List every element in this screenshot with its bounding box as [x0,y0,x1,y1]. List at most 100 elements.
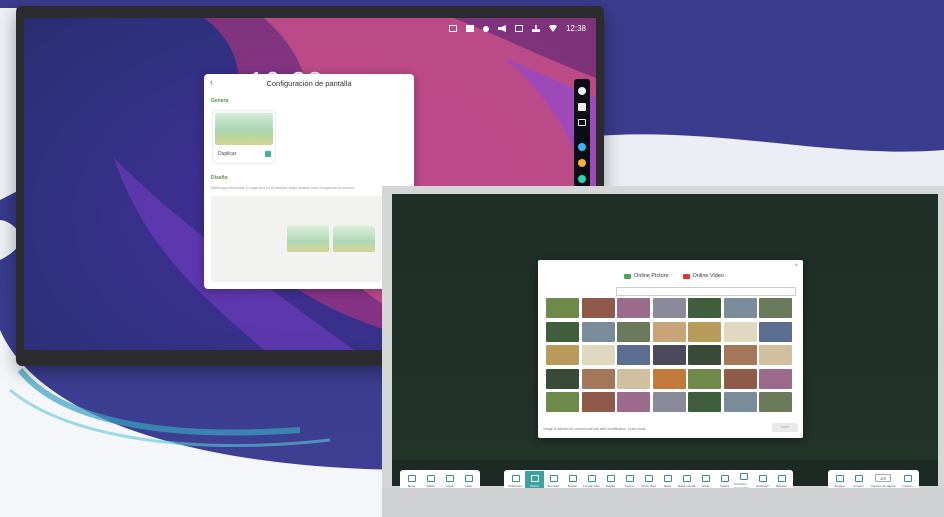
tab-online-picture[interactable]: Online Picture [624,273,669,279]
picture-thumbnail[interactable] [723,345,757,365]
toolbar-label: Buscar [567,483,578,488]
brightness-icon[interactable] [482,25,489,32]
windows-icon[interactable] [578,119,586,126]
picture-thumbnail[interactable] [759,321,792,342]
picture-thumbnail[interactable] [617,368,650,389]
picture-thumbnail[interactable] [617,321,650,342]
clear-icon [587,474,596,482]
picture-thumbnail[interactable] [652,298,686,318]
picture-thumbnail[interactable] [723,321,757,342]
toolbar-label: Seleccione [508,483,523,488]
dialog-header: ‹ Configuración de pantalla [204,74,414,92]
volume-icon[interactable] [497,25,506,32]
display-block-2[interactable] [333,226,375,252]
eraser-icon [549,474,558,482]
section-design-label: Diseño [211,175,228,181]
toolbar-label: Modo dual [641,483,656,488]
close-icon[interactable]: × [794,263,798,269]
toolbar-label: Anterior [853,483,864,488]
tab-online-video[interactable]: Online Video [682,273,724,279]
picture-thumbnail[interactable] [759,368,792,389]
game-icon [739,472,748,480]
picture-thumbnail[interactable] [617,392,650,412]
picture-search-input[interactable] [616,287,796,296]
picture-thumbnail[interactable] [617,345,650,365]
network-icon[interactable] [514,25,523,32]
toolbar-label: próximo [902,483,913,488]
window-icon[interactable] [465,25,474,32]
notes-icon [701,474,710,482]
section-general-label: Genera [211,98,229,104]
wifi-icon[interactable] [548,25,557,32]
license-note: Image is labeled for commercial use with… [543,427,646,431]
display-layout-area[interactable] [211,196,407,282]
picture-thumbnail[interactable] [546,368,579,389]
check-icon [265,151,271,157]
toolbar-label: Rehacer [775,483,788,488]
picture-thumbnail[interactable] [688,345,721,365]
picture-thumbnail[interactable] [581,321,615,342]
picture-thumbnail[interactable] [688,298,721,318]
picture-grid [546,298,794,416]
picture-thumbnail[interactable] [652,345,686,365]
picture-thumbnail[interactable] [546,392,579,412]
pen-icon [530,474,539,482]
next-icon [903,474,912,482]
select-icon [511,474,520,482]
picture-thumbnail[interactable] [688,368,721,389]
picture-thumbnail[interactable] [652,321,686,342]
sun-icon[interactable] [578,87,586,95]
picture-thumbnail[interactable] [546,345,579,365]
toolbar-label: Mapa mental [677,483,696,488]
insert-button[interactable]: Insert [772,423,798,432]
picture-tabs: Online Picture Online Video [624,273,724,279]
back-screen: × Online Picture Online Video Image is l… [392,194,938,492]
picture-thumbnail[interactable] [581,368,615,389]
picture-thumbnail[interactable] [617,298,650,318]
toolbar-label: Copia [445,483,454,488]
toolbar-label: Reglas [605,483,616,488]
tab-online-picture-label: Online Picture [634,273,669,279]
toolbar-label: Forma [625,483,634,488]
picture-thumbnail[interactable] [723,368,757,389]
redo-icon [777,474,786,482]
toolbar-label: Limpiar todo [583,483,600,488]
search-icon [568,474,577,482]
picture-thumbnail[interactable] [723,392,757,412]
tab-online-video-label: Online Video [692,273,724,279]
folder-icon[interactable] [578,159,586,167]
duplicate-mode-card[interactable]: Duplicar [212,110,276,164]
picture-thumbnail[interactable] [688,392,721,412]
toolbar-label: Notas [701,483,710,488]
picture-thumbnail[interactable] [723,298,757,318]
screen-share-icon[interactable] [448,25,457,32]
chevron-left-icon[interactable]: ‹ [210,77,213,87]
picture-thumbnail[interactable] [546,298,579,318]
duplicate-thumbnail [215,113,273,145]
picture-thumbnail[interactable] [581,298,615,318]
picture-thumbnail[interactable] [759,298,792,318]
prev-icon [854,474,863,482]
picture-thumbnail[interactable] [759,392,792,412]
chat-icon[interactable] [578,143,586,151]
toolbar-label: Menú [407,483,416,488]
picture-thumbnail[interactable] [546,321,579,342]
dialog-title: Configuración de pantalla [266,78,352,88]
back-display-bezel [382,488,944,517]
toolbar-label: Agregar [834,483,845,488]
arrange-hint: Mantenga presionado (o haga clic) en la … [211,186,356,190]
picture-thumbnail[interactable] [652,392,686,412]
picture-thumbnail[interactable] [581,345,615,365]
online-picture-window: × Online Picture Online Video Image is l… [538,260,803,438]
picture-thumbnail[interactable] [688,321,721,342]
usb-icon[interactable] [531,25,540,32]
exit-icon [426,474,435,482]
browser-icon[interactable] [578,175,586,183]
picture-thumbnail[interactable] [759,345,792,365]
add-icon [835,474,844,482]
back-display: × Online Picture Online Video Image is l… [382,186,944,517]
picture-thumbnail[interactable] [581,392,615,412]
picture-thumbnail[interactable] [652,368,686,389]
home-icon[interactable] [578,103,586,111]
display-block-1[interactable] [287,226,329,252]
